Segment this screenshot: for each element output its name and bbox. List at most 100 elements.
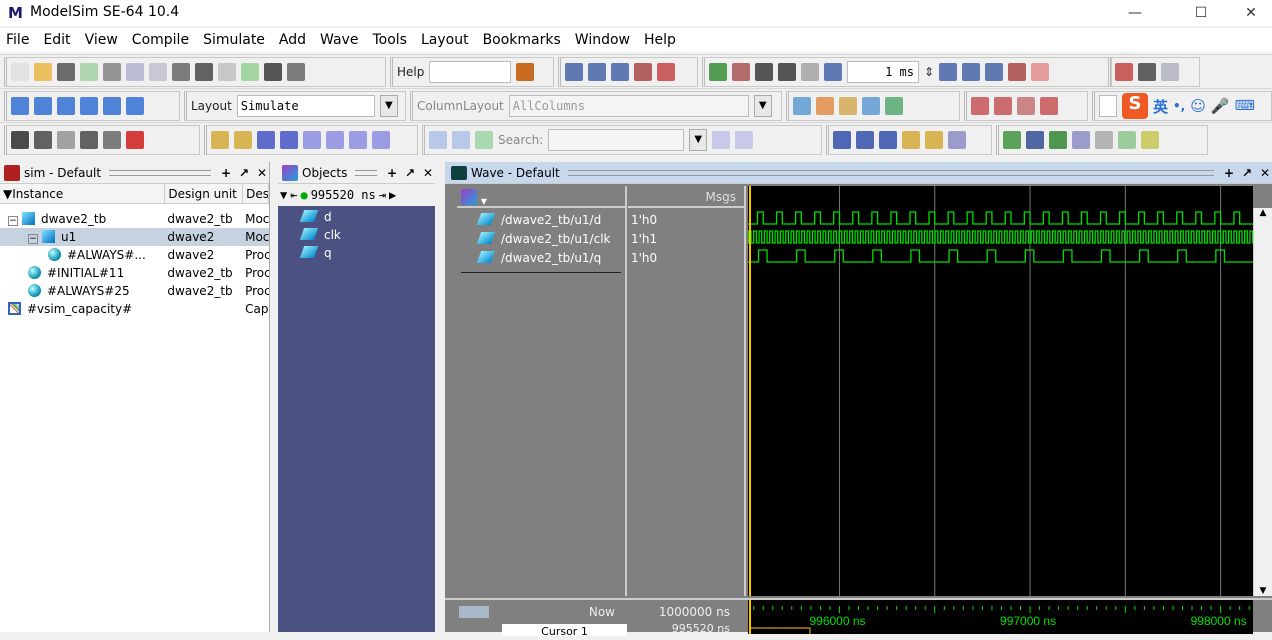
literal-format-icon[interactable] <box>1003 131 1021 149</box>
help-input[interactable] <box>429 61 512 83</box>
menu-bookmarks[interactable]: Bookmarks <box>483 28 561 52</box>
analog-format-icon[interactable] <box>1072 131 1090 149</box>
compile-out-of-date-icon[interactable] <box>611 63 629 81</box>
undock-icon[interactable]: ↗ <box>1240 166 1254 180</box>
column-layout-select[interactable]: AllColumns <box>508 95 749 117</box>
search-input[interactable] <box>548 129 685 151</box>
scroll-up-icon[interactable]: ▲ <box>1254 208 1272 218</box>
emoji-icon[interactable]: ☺ <box>1190 97 1206 115</box>
dock-icon[interactable]: + <box>219 166 233 180</box>
close-panel-icon[interactable]: ✕ <box>1258 166 1272 180</box>
search-forward-icon[interactable] <box>712 131 731 149</box>
compile-all-icon[interactable] <box>565 63 583 81</box>
undock-icon[interactable]: ↗ <box>237 166 251 180</box>
reload-icon[interactable] <box>80 63 98 81</box>
continue-icon[interactable] <box>962 63 981 81</box>
previous-time-icon[interactable]: ⇤ <box>290 188 297 202</box>
waveform-area[interactable] <box>747 186 1254 596</box>
object-item[interactable]: q <box>278 244 435 262</box>
stop-icon[interactable] <box>1031 63 1050 81</box>
copy-icon[interactable] <box>149 63 167 81</box>
interpolated-format-icon[interactable] <box>1141 131 1159 149</box>
object-item[interactable]: clk <box>278 226 435 244</box>
memory-export-icon[interactable] <box>816 97 834 115</box>
run-icon[interactable] <box>939 63 958 81</box>
next-rising-icon[interactable] <box>372 131 390 149</box>
edit-mode-icon[interactable] <box>80 131 98 149</box>
close-panel-icon[interactable]: ✕ <box>421 166 435 180</box>
menu-wave[interactable]: Wave <box>320 28 358 52</box>
step-icon[interactable] <box>11 97 29 115</box>
open-folder-icon[interactable] <box>34 63 52 81</box>
instance-column-header[interactable]: ▼Instance <box>0 184 166 203</box>
simulate-icon[interactable] <box>634 63 652 81</box>
step-all-icon[interactable] <box>80 97 98 115</box>
menu-tools[interactable]: Tools <box>372 28 407 52</box>
instance-row[interactable]: #vsim_capacity# Cap <box>0 300 269 318</box>
compile-icon[interactable] <box>241 63 259 81</box>
design-unit-column-header[interactable]: Design unit <box>165 184 244 203</box>
wave-add-menu[interactable]: ▾ <box>457 186 625 208</box>
time-ruler[interactable]: 996000 ns 997000 ns 998000 ns <box>748 600 1253 634</box>
instance-row[interactable]: #ALWAYS#... dwave2 Proc <box>0 246 269 264</box>
restart-icon[interactable] <box>709 63 727 81</box>
close-button[interactable]: ✕ <box>1228 2 1272 24</box>
prev-rising-icon[interactable] <box>349 131 367 149</box>
menu-layout[interactable]: Layout <box>421 28 469 52</box>
cursor-label[interactable]: Cursor 1 <box>502 624 627 638</box>
back-arrow-icon[interactable] <box>778 63 796 81</box>
ime-punctuation[interactable]: •, <box>1173 99 1185 113</box>
search-dropdown-arrow-icon[interactable]: ▼ <box>689 129 708 151</box>
memory-add-icon[interactable] <box>793 97 811 115</box>
next-falling-icon[interactable] <box>326 131 344 149</box>
find-previous-icon[interactable] <box>429 131 447 149</box>
microphone-icon[interactable]: 🎤 <box>1211 97 1230 115</box>
zoom-between-cursors-icon[interactable] <box>925 131 943 149</box>
logic-format-icon[interactable] <box>1026 131 1044 149</box>
compile-help-icon[interactable] <box>588 63 606 81</box>
instance-row[interactable]: #INITIAL#11 dwave2_tb Proc <box>0 264 269 282</box>
step-format-icon[interactable] <box>1095 131 1113 149</box>
run-all-icon[interactable] <box>985 63 1004 81</box>
scroll-right-icon[interactable]: ▶ <box>389 188 396 202</box>
scroll-down-icon[interactable]: ▼ <box>1254 586 1272 596</box>
redo-icon[interactable] <box>218 63 236 81</box>
memory-edit-icon[interactable] <box>839 97 857 115</box>
layout-dropdown-arrow-icon[interactable]: ▼ <box>379 95 398 117</box>
zoom-mode-icon[interactable] <box>34 131 52 149</box>
select-mode-icon[interactable] <box>11 131 29 149</box>
wave-signal-row[interactable]: /dwave2_tb/u1/d <box>457 211 625 230</box>
new-file-icon[interactable] <box>11 63 29 81</box>
step-out-icon[interactable] <box>57 97 75 115</box>
hand-icon[interactable] <box>1161 63 1179 81</box>
step-over-all-icon[interactable] <box>103 97 121 115</box>
menu-simulate[interactable]: Simulate <box>203 28 265 52</box>
instance-row[interactable]: #ALWAYS#25 dwave2_tb Proc <box>0 282 269 300</box>
prev-falling-icon[interactable] <box>303 131 321 149</box>
clear-icon[interactable] <box>1040 97 1058 115</box>
object-item[interactable]: d <box>278 208 435 226</box>
zoom-region-icon[interactable] <box>948 131 966 149</box>
menu-window[interactable]: Window <box>575 28 630 52</box>
keyboard-icon[interactable]: ⌨ <box>1235 98 1255 114</box>
zoom-cursor-icon[interactable] <box>902 131 920 149</box>
memory-save-icon[interactable] <box>862 97 880 115</box>
column-layout-dropdown-arrow-icon[interactable]: ▼ <box>753 95 772 117</box>
find-next-icon[interactable] <box>452 131 470 149</box>
pan-mode-icon[interactable] <box>57 131 75 149</box>
close-panel-icon[interactable]: ✕ <box>255 166 269 180</box>
run-length-spinner[interactable]: ⇕ <box>924 65 934 79</box>
maximize-button[interactable]: ☐ <box>1178 2 1224 24</box>
find-icon[interactable] <box>475 131 493 149</box>
wave-signal-row[interactable]: /dwave2_tb/u1/q <box>457 249 625 268</box>
find-binoculars-icon[interactable] <box>264 63 282 81</box>
ime-language[interactable]: 英 <box>1153 96 1168 117</box>
save-icon[interactable] <box>57 63 75 81</box>
step-out-all-icon[interactable] <box>126 97 144 115</box>
undock-icon[interactable]: ↗ <box>403 166 417 180</box>
cursor-time-box[interactable] <box>749 627 811 634</box>
design-type-column-header[interactable]: Des <box>243 184 270 203</box>
environment-up-icon[interactable] <box>732 63 750 81</box>
layout-select[interactable]: Simulate <box>236 95 375 117</box>
run-length-input[interactable]: 1 ms <box>847 61 919 83</box>
